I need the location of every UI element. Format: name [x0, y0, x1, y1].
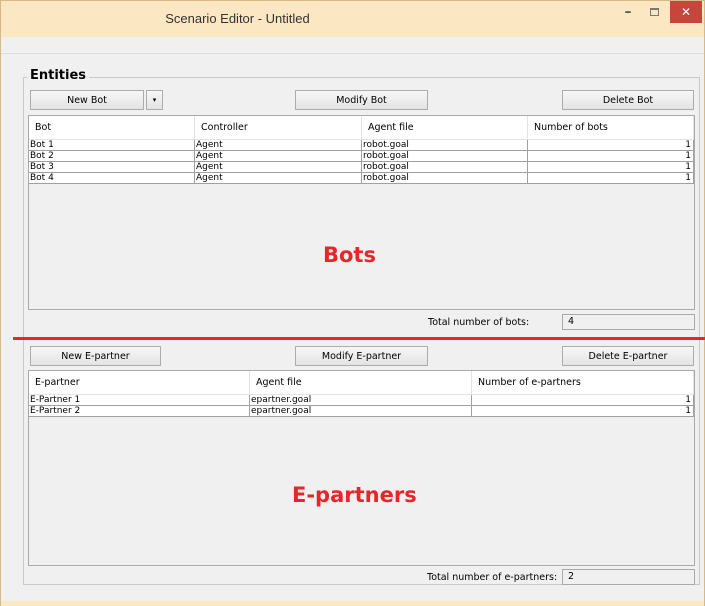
- epartners-annotation: E-partners: [292, 483, 417, 507]
- cell-epartner[interactable]: E-Partner 1: [29, 395, 250, 406]
- cell-agent-file[interactable]: robot.goal: [362, 173, 528, 184]
- delete-epartner-button[interactable]: Delete E-partner: [562, 346, 694, 366]
- window-bottom-border: [1, 601, 704, 606]
- menu-area: [1, 37, 704, 54]
- cell-controller[interactable]: Agent: [195, 162, 362, 173]
- new-bot-dropdown-button[interactable]: ▾: [146, 90, 163, 110]
- cell-bot[interactable]: Bot 3: [29, 162, 195, 173]
- cell-number-of-epartners[interactable]: 1: [472, 406, 694, 417]
- bots-table[interactable]: Bot Controller Agent file Number of bots…: [28, 115, 695, 310]
- cell-agent-file[interactable]: robot.goal: [362, 151, 528, 162]
- modify-bot-button[interactable]: Modify Bot: [295, 90, 428, 110]
- column-header-number-of-epartners[interactable]: Number of e-partners: [472, 371, 694, 395]
- close-icon: ✕: [680, 5, 692, 19]
- scenario-editor-window: Scenario Editor - Untitled – ✕ Entities …: [0, 0, 705, 606]
- cell-agent-file[interactable]: epartner.goal: [250, 395, 472, 406]
- bots-annotation: Bots: [323, 243, 376, 267]
- column-header-agent-file[interactable]: Agent file: [362, 116, 528, 140]
- cell-agent-file[interactable]: epartner.goal: [250, 406, 472, 417]
- annotation-separator-line: [13, 337, 705, 340]
- total-epartners-value: 2: [562, 569, 695, 585]
- entities-group-title: Entities: [27, 68, 90, 83]
- cell-bot[interactable]: Bot 1: [29, 140, 195, 151]
- window-title: Scenario Editor - Untitled: [165, 11, 310, 26]
- cell-number-of-bots[interactable]: 1: [528, 162, 694, 173]
- maximize-icon: [649, 8, 659, 16]
- cell-number-of-epartners[interactable]: 1: [472, 395, 694, 406]
- cell-controller[interactable]: Agent: [195, 151, 362, 162]
- cell-epartner[interactable]: E-Partner 2: [29, 406, 250, 417]
- cell-bot[interactable]: Bot 2: [29, 151, 195, 162]
- new-epartner-button[interactable]: New E-partner: [30, 346, 161, 366]
- total-epartners-label: Total number of e-partners:: [427, 572, 558, 583]
- cell-bot[interactable]: Bot 4: [29, 173, 195, 184]
- cell-agent-file[interactable]: robot.goal: [362, 140, 528, 151]
- maximize-button[interactable]: [641, 1, 667, 23]
- column-header-agent-file[interactable]: Agent file: [250, 371, 472, 395]
- cell-agent-file[interactable]: robot.goal: [362, 162, 528, 173]
- cell-controller[interactable]: Agent: [195, 173, 362, 184]
- minimize-button[interactable]: –: [615, 1, 641, 23]
- total-bots-label: Total number of bots:: [428, 317, 530, 328]
- cell-number-of-bots[interactable]: 1: [528, 173, 694, 184]
- column-header-bot[interactable]: Bot: [29, 116, 195, 140]
- new-bot-button[interactable]: New Bot: [30, 90, 144, 110]
- epartners-table[interactable]: E-partner Agent file Number of e-partner…: [28, 370, 695, 566]
- chevron-down-icon: ▾: [152, 96, 157, 104]
- cell-controller[interactable]: Agent: [195, 140, 362, 151]
- minimize-icon: –: [624, 4, 632, 20]
- bots-table-header: Bot Controller Agent file Number of bots: [29, 116, 694, 140]
- close-button[interactable]: ✕: [670, 1, 702, 23]
- column-header-number-of-bots[interactable]: Number of bots: [528, 116, 694, 140]
- total-bots-value: 4: [562, 314, 695, 330]
- delete-bot-button[interactable]: Delete Bot: [562, 90, 694, 110]
- title-bar[interactable]: Scenario Editor - Untitled – ✕: [1, 1, 704, 37]
- cell-number-of-bots[interactable]: 1: [528, 151, 694, 162]
- column-header-controller[interactable]: Controller: [195, 116, 362, 140]
- column-header-epartner[interactable]: E-partner: [29, 371, 250, 395]
- modify-epartner-button[interactable]: Modify E-partner: [295, 346, 428, 366]
- epartners-table-header: E-partner Agent file Number of e-partner…: [29, 371, 694, 395]
- cell-number-of-bots[interactable]: 1: [528, 140, 694, 151]
